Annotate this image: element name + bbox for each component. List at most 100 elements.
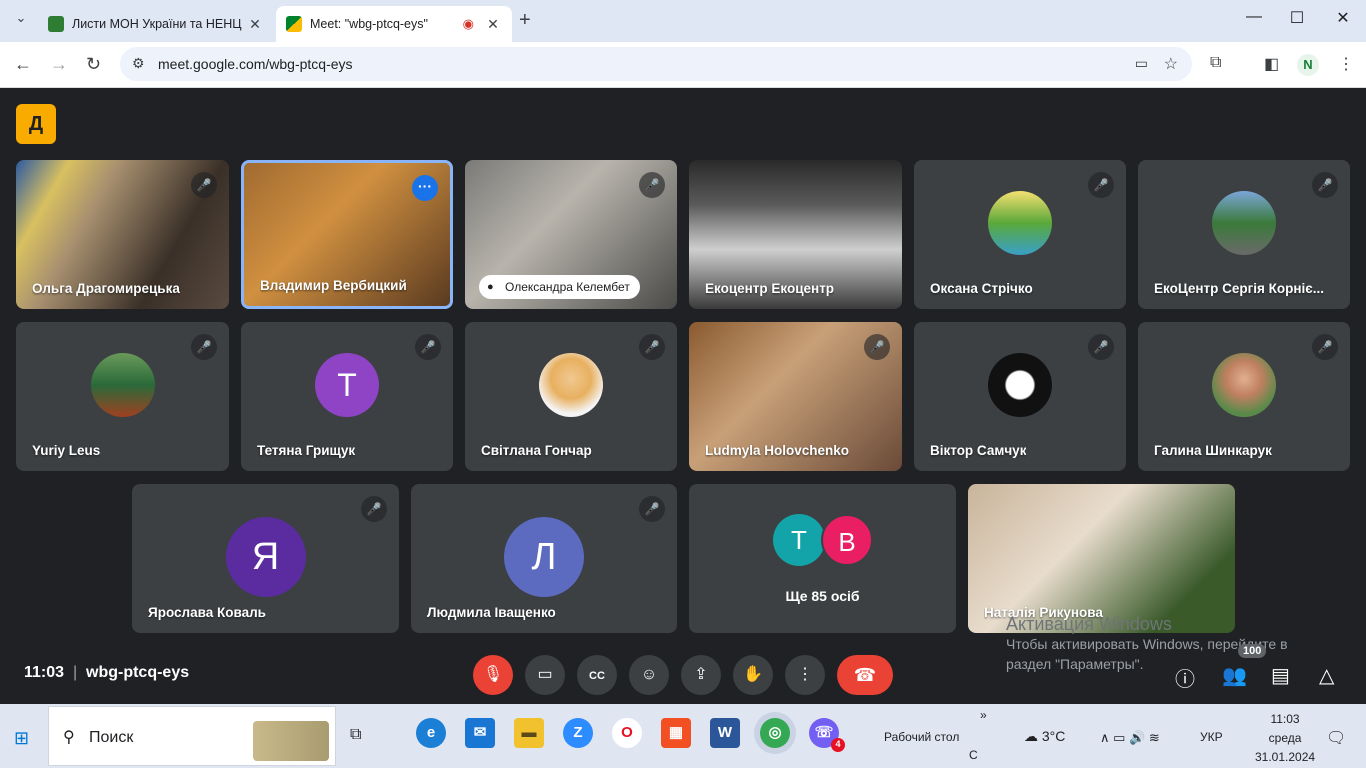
emoji-icon: ☺	[640, 666, 658, 683]
camera-in-use-icon[interactable]: ▭	[1135, 55, 1148, 72]
participant-tile[interactable]: 🎤 Віктор Самчук	[914, 322, 1126, 471]
tab-search-dropdown-icon[interactable]: ⌄	[10, 10, 32, 32]
meeting-info-icon[interactable]: ⓘ	[1175, 663, 1195, 692]
extensions-icon[interactable]: ⧉	[1210, 54, 1221, 72]
mic-toggle-button[interactable]: 🎙	[473, 655, 513, 695]
participant-tile[interactable]: 🎤 Я Ярослава Коваль	[132, 484, 399, 633]
search-label: Поиск	[89, 729, 134, 746]
others-tile[interactable]: Т В Ще 85 осіб	[689, 484, 956, 633]
store-icon[interactable]: ▦	[661, 718, 691, 748]
captions-icon: CC	[589, 670, 605, 682]
captions-button[interactable]: CC	[577, 655, 617, 695]
search-icon: ⚲	[63, 729, 75, 746]
meet-control-bar: 11:03 | wbg-ptcq-eys 🎙 ▭ CC ☺ ⇪ ✋ ⋮ ☎ ⓘ …	[0, 644, 1366, 704]
activities-icon[interactable]: △	[1319, 663, 1334, 688]
participant-tile[interactable]: 🎤 Л Людмила Іващенко	[411, 484, 677, 633]
participant-tile-active[interactable]: ··· Владимир Вербицкий	[241, 160, 453, 309]
back-icon[interactable]: ←	[14, 54, 32, 75]
taskbar-search-box[interactable]: ⚲ Поиск	[48, 706, 336, 766]
participant-tile[interactable]: 🎤 Світлана Гончар	[465, 322, 677, 471]
participant-name: Світлана Гончар	[481, 443, 592, 458]
maximize-icon[interactable]: ☐	[1274, 8, 1320, 28]
site-favicon-icon	[48, 16, 64, 32]
meeting-code: wbg-ptcq-eys	[86, 664, 190, 681]
meeting-clock: 11:03	[24, 664, 65, 681]
participant-avatar	[539, 352, 603, 417]
clock-date: 31.01.2024	[1255, 750, 1316, 764]
participant-tile[interactable]: 🎤 Yuriy Leus	[16, 322, 229, 471]
tab-close-icon[interactable]: ✕	[246, 16, 264, 33]
chat-icon[interactable]: ▤	[1271, 663, 1290, 688]
participant-avatar	[988, 190, 1052, 255]
opera-icon[interactable]: O	[612, 718, 642, 748]
viber-icon[interactable]: ☏ 4	[809, 718, 845, 752]
bookmark-star-icon[interactable]: ☆	[1164, 54, 1178, 74]
participant-avatar	[1212, 352, 1276, 417]
camera-toggle-button[interactable]: ▭	[525, 655, 565, 695]
edge-icon[interactable]: e	[416, 718, 446, 748]
participant-tile[interactable]: 🎤 Т Тетяна Грищук	[241, 322, 453, 471]
more-options-icon[interactable]: ···	[412, 175, 438, 201]
participant-tile[interactable]: 🎤 Ludmyla Holovchenko	[689, 322, 902, 471]
search-highlight-image	[253, 721, 329, 761]
battery-icon[interactable]: ▭	[1113, 730, 1125, 745]
input-language[interactable]: УКР	[1200, 730, 1223, 744]
mic-off-icon: 🎙	[482, 666, 504, 683]
participant-tile[interactable]: 🎤 Ольга Драгомирецька	[16, 160, 229, 309]
participant-avatar	[988, 352, 1052, 417]
participant-letter-avatar: Я	[225, 516, 306, 597]
wifi-icon[interactable]: ≋	[1149, 730, 1160, 745]
toolbar-overflow-icon[interactable]: »	[980, 708, 987, 722]
participant-tile[interactable]: Екоцентр Екоцентр	[689, 160, 902, 309]
others-count-label: Ще 85 осіб	[785, 588, 860, 604]
address-bar[interactable]: ⚙ meet.google.com/wbg-ptcq-eys ▭ ☆	[120, 47, 1192, 81]
tab-mon-letters[interactable]: Листи МОН України та НЕНЦ | ✕	[38, 6, 274, 42]
side-panel-icon[interactable]: ◧	[1264, 54, 1279, 74]
task-view-icon[interactable]: ⧉	[350, 726, 361, 744]
desktop-toolbar-label[interactable]: Рабочий стол	[884, 730, 959, 744]
meet-activity-logo-icon[interactable]: Д	[16, 104, 56, 144]
tab-close-icon[interactable]: ✕	[484, 16, 502, 33]
weather-widget[interactable]: ☁ 3°C	[1024, 728, 1065, 745]
windows-start-icon[interactable]: ⊞	[14, 728, 29, 749]
raise-hand-button[interactable]: ✋	[733, 655, 773, 695]
participant-name: Ludmyla Holovchenko	[705, 443, 850, 458]
people-icon[interactable]: 👥	[1222, 663, 1247, 688]
leave-call-button[interactable]: ☎	[837, 655, 893, 695]
participant-letter-avatar: Л	[504, 516, 584, 597]
participant-tile-self[interactable]: Наталія Рикунова	[968, 484, 1235, 633]
taskbar-clock[interactable]: 11:03 среда 31.01.2024	[1255, 710, 1315, 767]
present-screen-button[interactable]: ⇪	[681, 655, 721, 695]
participant-tile[interactable]: 🎤 ● Олександра Келембет	[465, 160, 677, 309]
reload-icon[interactable]: ↻	[86, 54, 101, 75]
file-explorer-icon[interactable]: ▬	[514, 718, 544, 748]
menu-icon[interactable]: ⋮	[1338, 54, 1354, 74]
volume-icon[interactable]: 🔊	[1129, 730, 1145, 745]
participant-name: Галина Шинкарук	[1154, 443, 1272, 458]
participant-name: Владимир Вербицкий	[260, 278, 407, 293]
chrome-icon[interactable]: ◎	[760, 718, 790, 748]
participant-tile[interactable]: 🎤 Галина Шинкарук	[1138, 322, 1350, 471]
url-text[interactable]: meet.google.com/wbg-ptcq-eys	[158, 56, 353, 72]
mic-off-icon: 🎤	[639, 334, 665, 360]
tray-expand-icon[interactable]: ∧	[1100, 730, 1110, 745]
participant-tile[interactable]: 🎤 ЕкоЦентр Сергія Корніє...	[1138, 160, 1350, 309]
mail-icon[interactable]: ✉	[465, 718, 495, 748]
site-info-icon[interactable]: ⚙	[132, 55, 145, 72]
more-options-button[interactable]: ⋮	[785, 655, 825, 695]
system-tray[interactable]: ∧ ▭ 🔊 ≋	[1100, 730, 1160, 746]
notifications-icon[interactable]: 🗨	[1326, 728, 1346, 748]
minimize-icon[interactable]: —	[1231, 8, 1277, 26]
tab-meet[interactable]: Meet: "wbg-ptcq-eys" ◉ ✕	[276, 6, 512, 42]
participant-name-pill: ● Олександра Келембет	[479, 275, 640, 299]
reactions-button[interactable]: ☺	[629, 655, 669, 695]
zoom-icon[interactable]: Z	[563, 718, 593, 748]
word-icon[interactable]: W	[710, 718, 740, 748]
forward-icon[interactable]: →	[50, 54, 68, 75]
pin-icon: ●	[487, 281, 494, 293]
profile-avatar[interactable]: N	[1297, 54, 1319, 76]
new-tab-icon[interactable]: +	[519, 9, 531, 32]
participant-tile[interactable]: 🎤 Оксана Стрічко	[914, 160, 1126, 309]
close-window-icon[interactable]: ✕	[1320, 8, 1366, 28]
mic-off-icon: 🎤	[1312, 172, 1338, 198]
